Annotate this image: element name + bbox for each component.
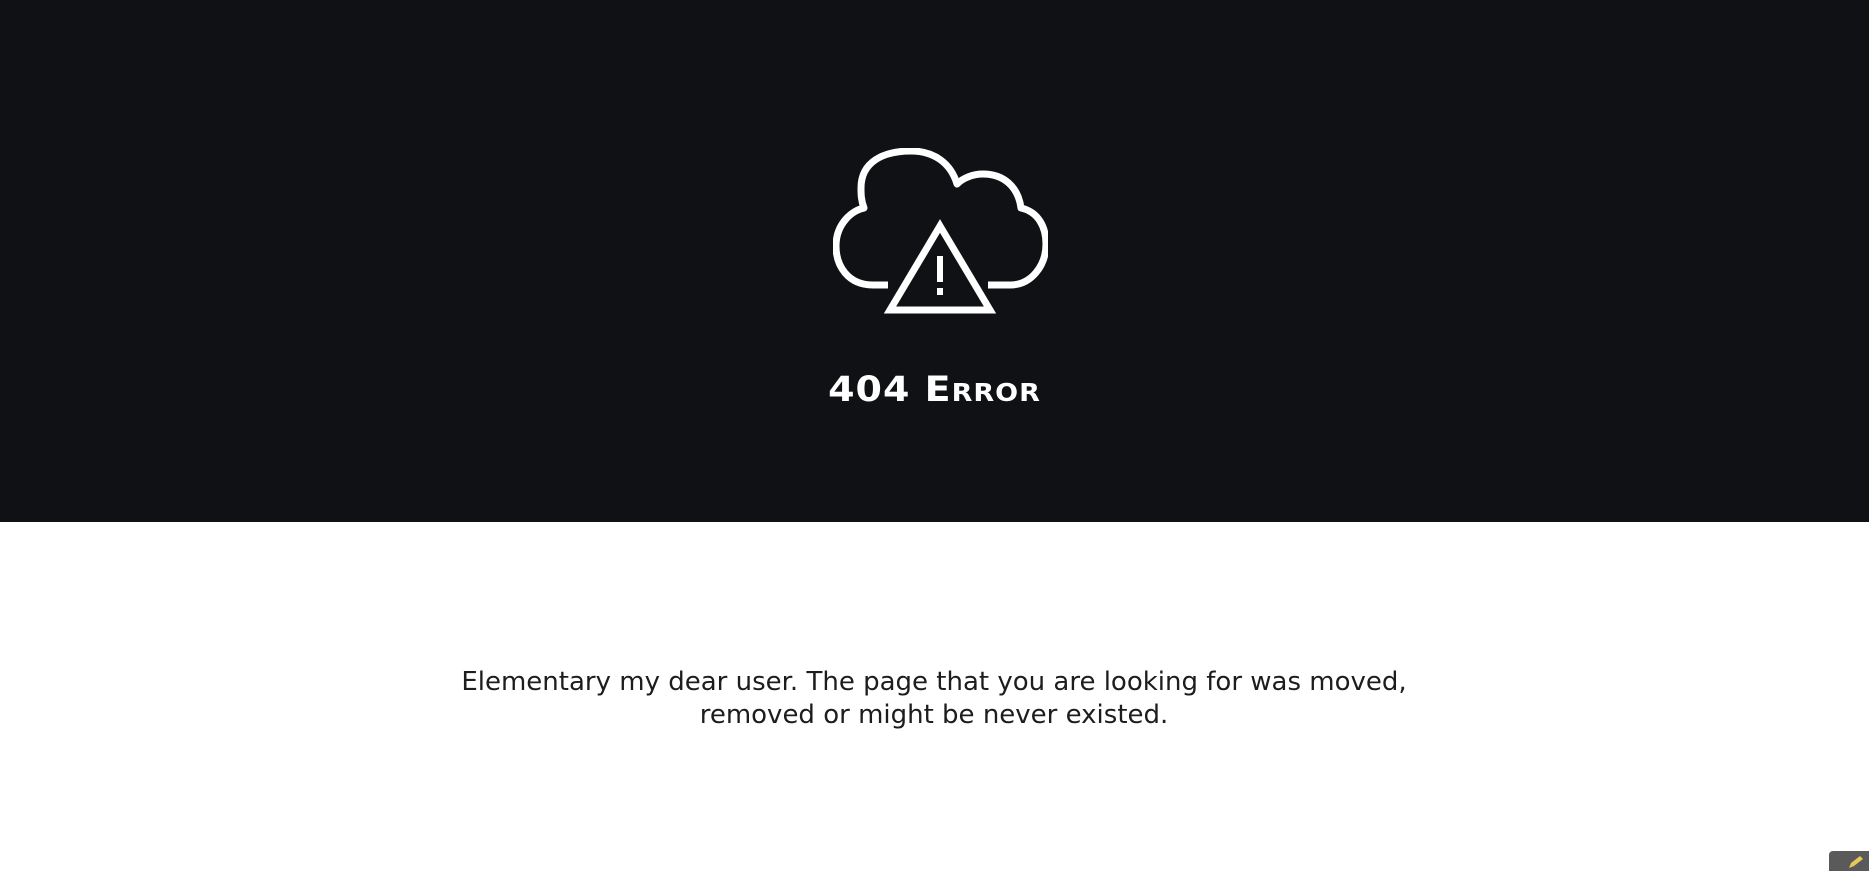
error-content: Elementary my dear user. The page that y… <box>0 522 1869 871</box>
error-message-line-1: Elementary my dear user. The page that y… <box>461 667 1407 697</box>
error-message-line-2: removed or might be never existed. <box>699 700 1169 730</box>
pencil-icon <box>1849 856 1863 868</box>
cloud-warning-icon <box>833 148 1048 314</box>
error-message: Elementary my dear user. The page that y… <box>434 666 1434 732</box>
error-hero: 404 Error <box>0 0 1869 522</box>
error-title: 404 Error <box>828 369 1041 410</box>
corner-widget-button[interactable] <box>1829 851 1869 871</box>
